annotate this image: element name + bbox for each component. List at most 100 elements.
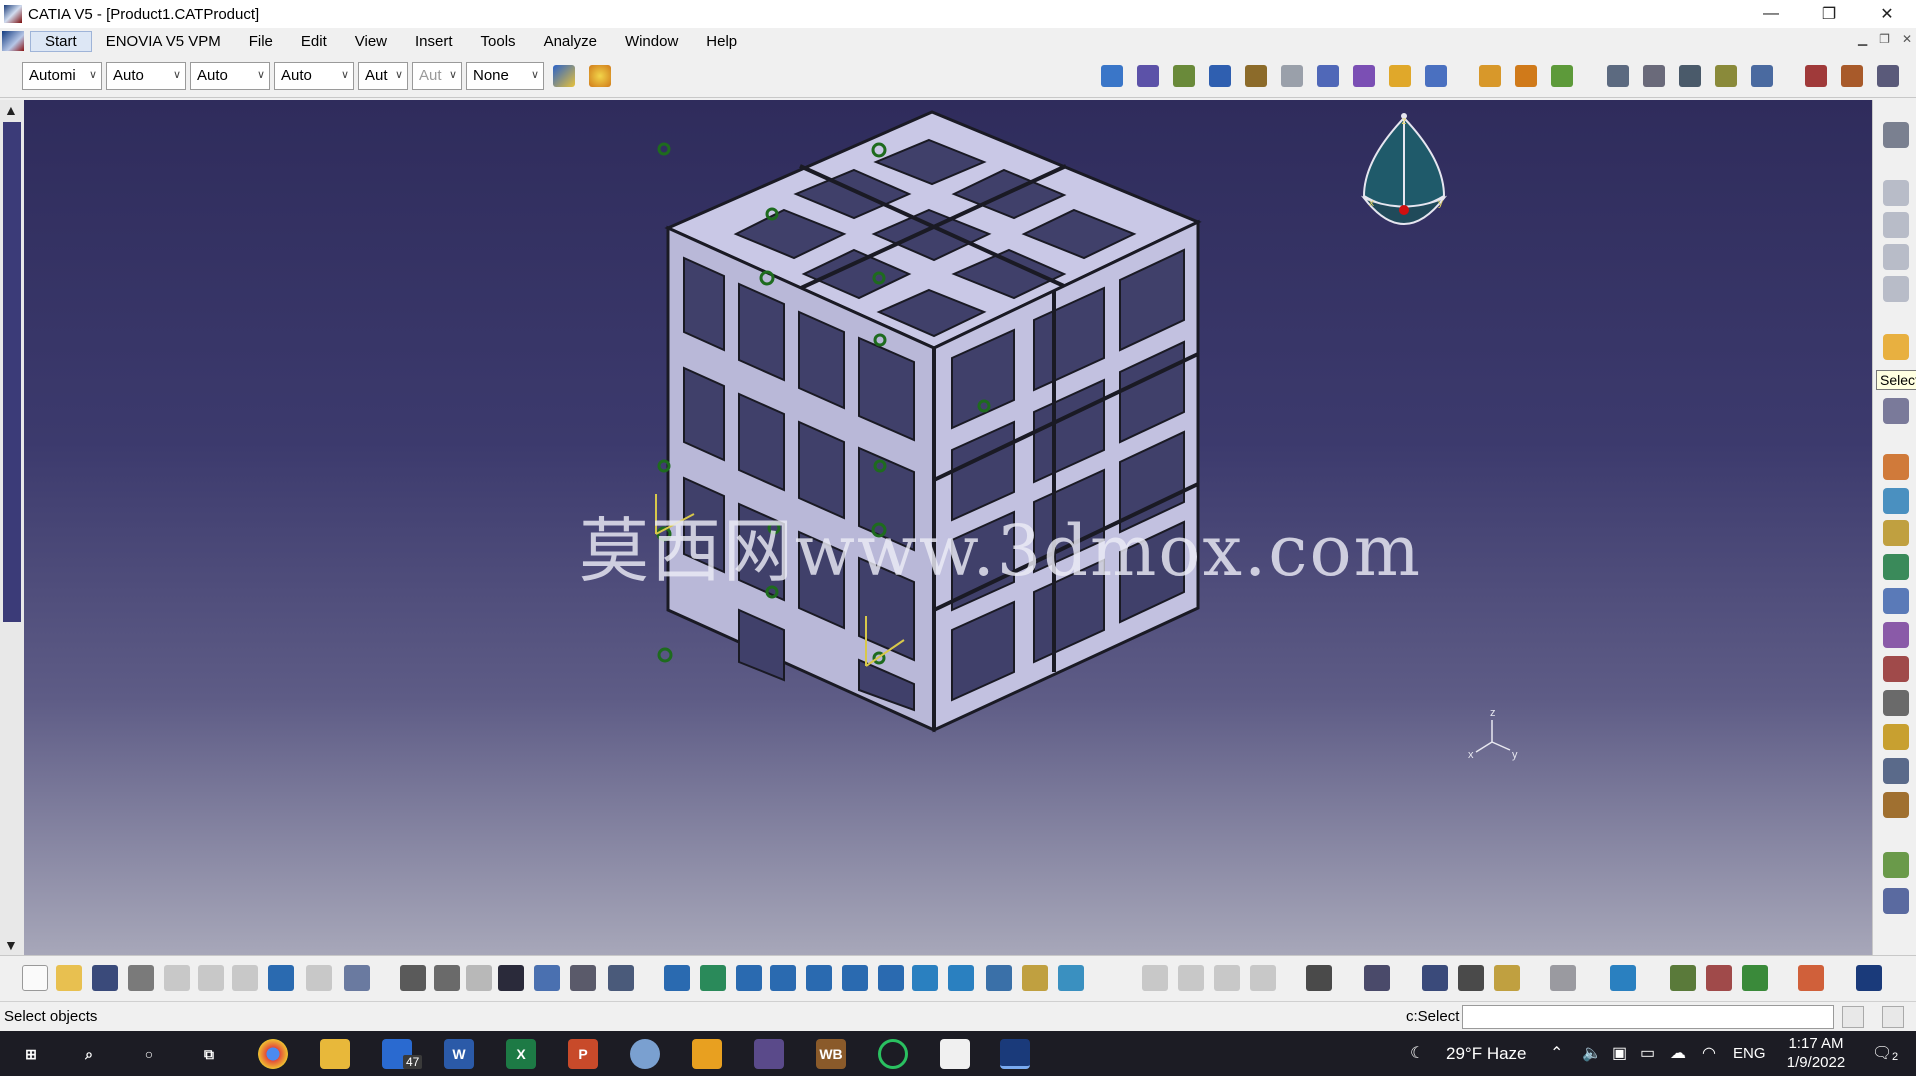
normal-view-icon[interactable]	[878, 965, 904, 991]
point-type-combo[interactable]: Aut ∨	[358, 62, 408, 90]
insert-part-icon[interactable]	[1883, 276, 1909, 302]
interactive-sketch-icon[interactable]	[608, 965, 634, 991]
multi-instantiation-icon[interactable]	[1422, 62, 1450, 90]
fit-all-in-icon[interactable]	[700, 965, 726, 991]
snap-icon[interactable]	[1512, 62, 1540, 90]
catalog-browser-icon[interactable]	[1883, 180, 1909, 206]
iso-view-icon[interactable]	[948, 965, 974, 991]
fix-component-icon[interactable]	[1883, 588, 1909, 614]
compass-icon[interactable]	[1360, 113, 1448, 225]
catia-taskbar-icon[interactable]	[1000, 1039, 1030, 1069]
scrollbar-thumb[interactable]	[3, 122, 21, 622]
stop-command-button[interactable]	[1882, 1006, 1904, 1028]
select-arrow-icon[interactable]	[1883, 334, 1909, 360]
mechanism-icon[interactable]	[1142, 965, 1168, 991]
sync-app-icon[interactable]	[878, 1039, 908, 1069]
reuse-pattern-icon[interactable]	[1883, 758, 1909, 784]
distance-icon[interactable]	[1676, 62, 1704, 90]
clash-icon[interactable]	[1604, 62, 1632, 90]
sectioning-icon[interactable]	[1640, 62, 1668, 90]
workbench-app-icon[interactable]: WB	[816, 1039, 846, 1069]
refresh-icon[interactable]	[1550, 965, 1576, 991]
update-icon[interactable]	[1883, 398, 1909, 424]
powerpoint-icon[interactable]: P	[568, 1039, 598, 1069]
scroll-up-arrow-icon[interactable]: ▲	[4, 102, 20, 118]
tray-chevron-icon[interactable]: ⌃	[1550, 1043, 1563, 1063]
pan-icon[interactable]	[736, 965, 762, 991]
transparency-combo[interactable]: Auto ∨	[106, 62, 186, 90]
track-icon[interactable]	[1214, 965, 1240, 991]
menu-insert[interactable]: Insert	[401, 33, 467, 50]
insert-product-icon[interactable]	[1883, 244, 1909, 270]
copy-icon[interactable]	[198, 965, 224, 991]
rotate-icon[interactable]	[770, 965, 796, 991]
existing-component-icon[interactable]	[1242, 62, 1270, 90]
notification-center-icon[interactable]: 🗨	[1872, 1043, 1892, 1063]
shading-icon[interactable]	[986, 965, 1012, 991]
plane-icon[interactable]	[1610, 965, 1636, 991]
product-icon[interactable]	[1134, 62, 1162, 90]
fly-mode-icon[interactable]	[664, 965, 690, 991]
zoom-out-icon[interactable]	[842, 965, 868, 991]
split-icon[interactable]	[1883, 792, 1909, 818]
new-document-icon[interactable]	[22, 965, 48, 991]
file-explorer-icon[interactable]	[320, 1039, 350, 1069]
group-icon[interactable]	[1364, 965, 1390, 991]
format-painter-icon[interactable]	[550, 62, 578, 90]
battery-icon[interactable]: ▭	[1640, 1043, 1655, 1063]
menu-file[interactable]: File	[235, 33, 287, 50]
print-icon[interactable]	[128, 965, 154, 991]
paint-app-icon[interactable]	[754, 1039, 784, 1069]
publication-icon[interactable]	[1874, 62, 1902, 90]
close-button[interactable]: ✕	[1858, 0, 1916, 28]
layer-combo[interactable]: None ∨	[466, 62, 544, 90]
part-icon[interactable]	[1206, 62, 1234, 90]
measure-distance-icon[interactable]	[1422, 965, 1448, 991]
menu-edit[interactable]: Edit	[287, 33, 341, 50]
task-view-icon[interactable]: ⧉	[194, 1039, 224, 1069]
weather-moon-icon[interactable]: ☾	[1410, 1043, 1424, 1063]
flexible-rigid-icon[interactable]	[1883, 690, 1909, 716]
menu-help[interactable]: Help	[692, 33, 751, 50]
command-input[interactable]	[1462, 1005, 1834, 1029]
clock[interactable]: 1:17 AM 1/9/2022	[1784, 1034, 1848, 1072]
knowledge-inspector-icon[interactable]	[434, 965, 460, 991]
insert-component-icon[interactable]	[1883, 212, 1909, 238]
properties-painter-icon[interactable]	[586, 62, 614, 90]
replace-component-icon[interactable]	[1278, 62, 1306, 90]
menu-window[interactable]: Window	[611, 33, 692, 50]
explode-icon[interactable]	[1548, 62, 1576, 90]
excel-icon[interactable]: X	[506, 1039, 536, 1069]
mdi-restore-button[interactable]: ❐	[1879, 32, 1890, 46]
redo-icon[interactable]	[306, 965, 332, 991]
measure-inertia-icon[interactable]	[1458, 965, 1484, 991]
vertical-scrollbar[interactable]: ▲ ▼	[0, 100, 24, 955]
pocket-icon[interactable]	[1883, 888, 1909, 914]
simulation-icon[interactable]	[1178, 965, 1204, 991]
open-folder-icon[interactable]	[56, 965, 82, 991]
meet-now-icon[interactable]: ▣	[1612, 1043, 1627, 1063]
search-icon[interactable]: ⌕	[74, 1039, 104, 1069]
3d-viewport[interactable]: z x y z x y 莫西网www.3dmox.com	[24, 100, 1872, 955]
photo-app-icon[interactable]	[692, 1039, 722, 1069]
graph-tree-reorder-icon[interactable]	[1314, 62, 1342, 90]
document-icon[interactable]	[2, 31, 24, 51]
menu-view[interactable]: View	[341, 33, 401, 50]
volume-icon[interactable]: 🔈	[1582, 1043, 1602, 1063]
assembly-constraint-icon[interactable]	[1098, 62, 1126, 90]
chrome-icon[interactable]	[258, 1039, 288, 1069]
component-icon[interactable]	[1170, 62, 1198, 90]
windows-start-icon[interactable]: ⊞	[16, 1039, 46, 1069]
scenes-icon[interactable]	[1802, 62, 1830, 90]
menu-enovia[interactable]: ENOVIA V5 VPM	[92, 33, 235, 50]
angle-constraint-icon[interactable]	[1883, 554, 1909, 580]
bill-of-material-icon[interactable]	[1838, 62, 1866, 90]
menu-start[interactable]: Start	[30, 30, 92, 52]
quick-constraint-icon[interactable]	[1883, 656, 1909, 682]
measure-between-icon[interactable]	[1712, 62, 1740, 90]
law-icon[interactable]	[534, 965, 560, 991]
generate-numbering-icon[interactable]	[1350, 62, 1378, 90]
multi-view-icon[interactable]	[912, 965, 938, 991]
measure-item-icon[interactable]	[1748, 62, 1776, 90]
restore-button[interactable]: ❐	[1800, 0, 1858, 28]
